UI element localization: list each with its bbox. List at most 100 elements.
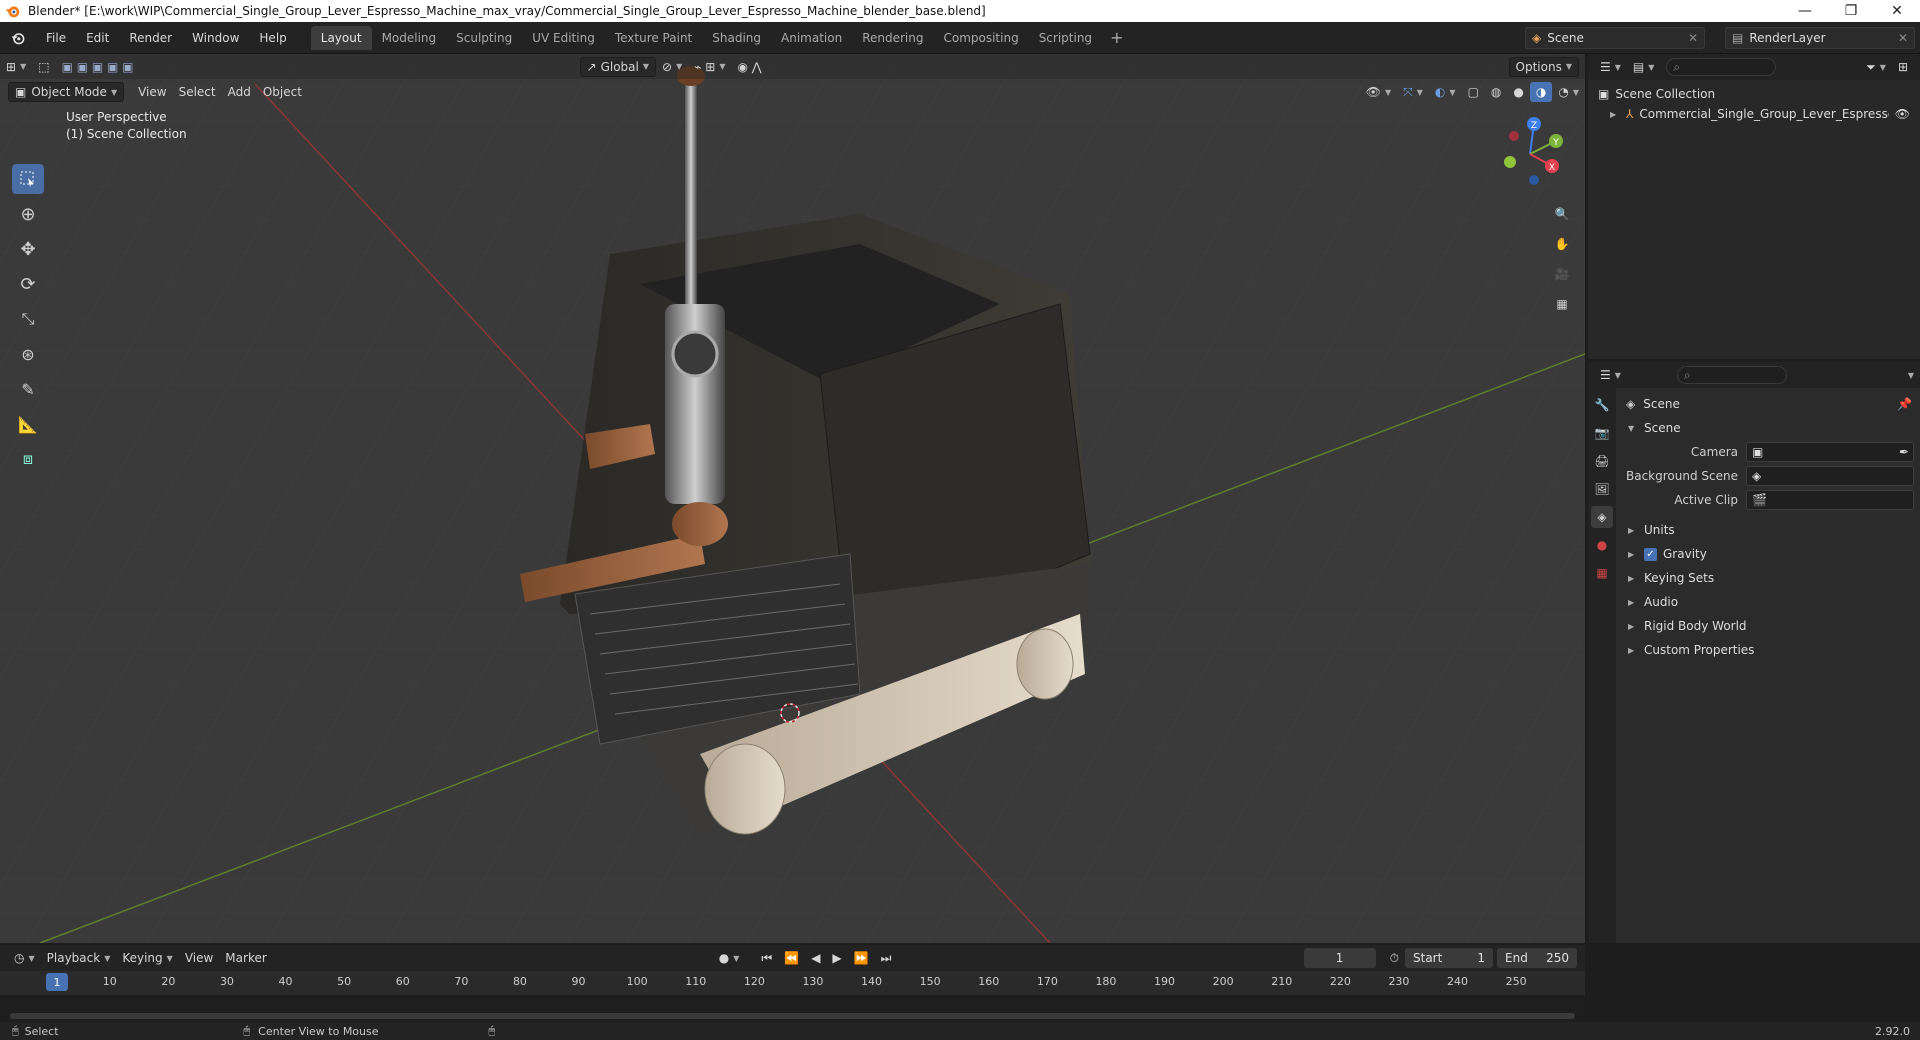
proportional-editing-icon[interactable]: ◉ ⋀ <box>731 57 767 77</box>
tab-layout[interactable]: Layout <box>310 25 372 50</box>
transform-tool[interactable]: ⊛ <box>12 339 44 369</box>
display-mode-icon[interactable]: ▤ ▼ <box>1627 57 1661 77</box>
tab-shading[interactable]: Shading <box>702 26 771 50</box>
stopwatch-icon[interactable]: ⏱ <box>1384 948 1405 968</box>
world-tab-icon[interactable]: ● <box>1591 534 1613 556</box>
record-icon[interactable]: ● ▼ <box>713 948 746 968</box>
output-tab-icon[interactable]: 🖨 <box>1591 450 1613 472</box>
3d-viewport[interactable]: ⊞ ▼ ⬚ ▣ ▣ ▣ ▣ ▣ ↗ Global ▼ ⊘ ▼ ⌁ ⊞ ▼ ◉ ⋀ Opt… <box>0 54 1585 943</box>
render-tab-icon[interactable]: 📷 <box>1591 422 1613 444</box>
active-clip-field[interactable]: 🎬 <box>1746 490 1914 510</box>
snap-icon[interactable]: ⌁ ⊞ ▼ <box>688 57 731 77</box>
transform-orientation[interactable]: ↗ Global ▼ <box>579 56 657 77</box>
menu-keying[interactable]: Keying ▼ <box>116 948 178 968</box>
start-frame-field[interactable]: Start 1 <box>1405 948 1493 968</box>
wireframe-shading-icon[interactable]: ◍ <box>1485 82 1507 102</box>
audio-panel[interactable]: ▶ Audio <box>1618 590 1920 614</box>
tab-sculpting[interactable]: Sculpting <box>446 26 522 50</box>
menu-object[interactable]: Object <box>257 82 308 102</box>
outliner-row-object[interactable]: ▶ ⅄ Commercial_Single_Group_Lever_Espres… <box>1588 104 1920 124</box>
select-mode-icons[interactable]: ▣ ▣ ▣ ▣ ▣ <box>56 57 140 77</box>
keying-sets-panel[interactable]: ▶ Keying Sets <box>1618 566 1920 590</box>
solid-shading-icon[interactable]: ● <box>1507 82 1529 102</box>
timeline-track-area[interactable] <box>0 995 1585 1022</box>
tab-compositing[interactable]: Compositing <box>933 26 1028 50</box>
menu-view[interactable]: View <box>132 82 172 102</box>
xray-icon[interactable]: ▢ <box>1462 82 1485 102</box>
tab-animation[interactable]: Animation <box>771 26 852 50</box>
next-keyframe-icon[interactable]: ⏩ <box>848 948 875 968</box>
options-button[interactable]: Options ▼ <box>1508 56 1579 77</box>
menu-select[interactable]: Select <box>173 82 222 102</box>
gravity-panel[interactable]: ▶ ✓ Gravity <box>1618 542 1920 566</box>
add-workspace-icon[interactable]: + <box>1102 28 1131 47</box>
menu-add[interactable]: Add <box>222 82 257 102</box>
jump-end-icon[interactable]: ⏭ <box>875 948 898 968</box>
visibility-icon[interactable]: 👁 ▼ <box>1360 82 1397 102</box>
view-layer-tab-icon[interactable]: 🖼 <box>1591 478 1613 500</box>
blender-menu-icon[interactable] <box>0 22 36 53</box>
restore-button[interactable]: ❐ <box>1828 0 1874 22</box>
scene-tab-icon[interactable]: ◈ <box>1591 506 1613 528</box>
filter-icon[interactable]: ⏷ ▼ <box>1860 57 1892 77</box>
properties-search-input[interactable]: ⌕ <box>1676 366 1787 384</box>
measure-tool[interactable]: 📐 <box>12 409 44 439</box>
minimize-button[interactable]: — <box>1782 0 1828 22</box>
menu-timeline-view[interactable]: View <box>179 948 219 968</box>
move-tool[interactable]: ✥ <box>12 234 44 264</box>
select-box-tool[interactable] <box>12 164 44 194</box>
menu-help[interactable]: Help <box>249 22 296 53</box>
tool-tab-icon[interactable]: 🔧 <box>1591 394 1613 416</box>
close-icon[interactable]: ✕ <box>1688 31 1698 45</box>
pin-icon[interactable]: 📌 <box>1897 397 1912 411</box>
tab-scripting[interactable]: Scripting <box>1029 26 1102 50</box>
frame-ruler[interactable]: 1 10 20 30 40 50 60 70 80 90 100 110 120 130 140 150 16… <box>0 971 1585 995</box>
gizmo-icon[interactable]: ⤧ ▼ <box>1397 82 1429 102</box>
pan-hand-icon[interactable]: ✋ <box>1548 230 1576 258</box>
play-icon[interactable]: ▶ <box>826 948 847 968</box>
jump-start-icon[interactable]: ⏮ <box>755 948 778 968</box>
tab-rendering[interactable]: Rendering <box>852 26 933 50</box>
timeline-editor-icon[interactable]: ◷ ▼ <box>8 948 41 968</box>
rotate-tool[interactable]: ⟳ <box>12 269 44 299</box>
chevron-down-icon[interactable]: ▼ <box>1908 371 1914 380</box>
menu-marker[interactable]: Marker <box>219 948 272 968</box>
menu-playback[interactable]: Playback ▼ <box>41 948 117 968</box>
close-button[interactable]: ✕ <box>1874 0 1920 22</box>
playhead[interactable]: 1 <box>46 973 68 991</box>
annotate-tool[interactable]: ✎ <box>12 374 44 404</box>
camera-view-icon[interactable]: 🎥 <box>1548 260 1576 288</box>
tab-texture-paint[interactable]: Texture Paint <box>605 26 702 50</box>
select-tool-icon[interactable]: ⬚ <box>32 57 55 77</box>
end-frame-field[interactable]: End 250 <box>1497 948 1577 968</box>
rendered-shading-icon[interactable]: ◔ ▼ <box>1552 82 1585 102</box>
scale-tool[interactable]: ⤡ <box>12 304 44 334</box>
navigation-gizmo[interactable]: Z Y X <box>1490 114 1570 194</box>
zoom-icon[interactable]: 🔍 <box>1548 200 1576 228</box>
renderlayer-selector[interactable]: ▤ RenderLayer ✕ <box>1725 26 1915 49</box>
eye-icon[interactable]: 👁 <box>1895 107 1910 121</box>
menu-render[interactable]: Render <box>119 22 182 53</box>
properties-editor-icon[interactable]: ☰ ▼ <box>1594 365 1627 385</box>
custom-properties-panel[interactable]: ▶ Custom Properties <box>1618 638 1920 662</box>
background-scene-field[interactable]: ◈ <box>1746 466 1914 486</box>
menu-edit[interactable]: Edit <box>76 22 119 53</box>
editor-type-icon[interactable]: ⊞ ▼ <box>0 57 32 77</box>
gravity-checkbox[interactable]: ✓ <box>1644 547 1657 561</box>
menu-window[interactable]: Window <box>182 22 249 53</box>
pivot-icon[interactable]: ⊘ ▼ <box>656 57 688 77</box>
material-shading-icon[interactable]: ◑ <box>1529 82 1553 102</box>
units-panel[interactable]: ▶ Units <box>1618 518 1920 542</box>
menu-file[interactable]: File <box>36 22 76 53</box>
scene-panel-header[interactable]: ▼ Scene <box>1618 416 1920 440</box>
cursor-tool[interactable]: ⊕ <box>12 199 44 229</box>
expand-icon[interactable]: ▶ <box>1610 110 1618 119</box>
outliner-editor-icon[interactable]: ☰ ▼ <box>1594 57 1627 77</box>
tab-uv-editing[interactable]: UV Editing <box>522 26 605 50</box>
texture-tab-icon[interactable]: ▦ <box>1591 562 1613 584</box>
add-cube-tool[interactable]: ⧈ <box>12 444 44 474</box>
camera-field[interactable]: ▣ ✒ <box>1746 442 1914 462</box>
new-collection-icon[interactable]: ⊞ <box>1892 57 1914 77</box>
tab-modeling[interactable]: Modeling <box>372 26 447 50</box>
eyedropper-icon[interactable]: ✒ <box>1899 445 1909 459</box>
